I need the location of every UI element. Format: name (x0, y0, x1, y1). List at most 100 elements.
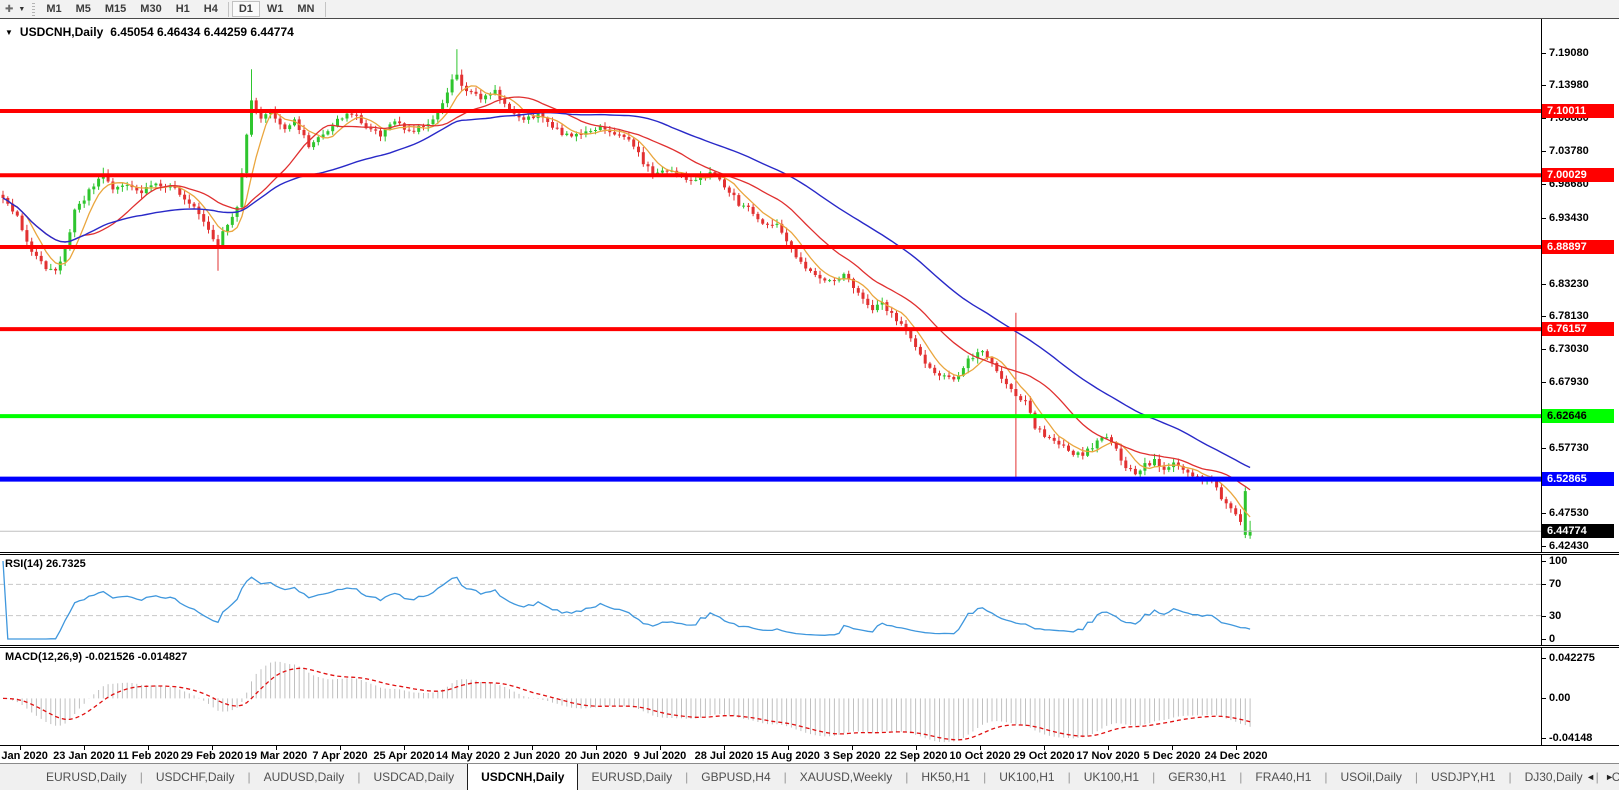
rsi-chart[interactable] (0, 555, 1541, 645)
price-tick-label: 6.73030 (1549, 343, 1589, 356)
chart-tab-uk100-h1[interactable]: UK100,H1 (986, 764, 1067, 790)
macd-label: MACD(12,26,9) -0.021526 -0.014827 (5, 651, 188, 663)
date-axis[interactable]: 4 Jan 2020 23 Jan 202011 Feb 202029 Feb 2… (0, 745, 1619, 763)
price-tick (1542, 316, 1546, 318)
price-tick-label: 6.83230 (1549, 277, 1589, 290)
toolbar-separator (227, 1, 229, 17)
price-tick-label: 6.57730 (1549, 441, 1589, 454)
chart-tab-xauusd-weekly[interactable]: XAUUSD,Weekly (787, 764, 905, 790)
date-label: 22 Sep 2020 (884, 750, 948, 762)
toolbar-grip[interactable] (32, 2, 36, 16)
chart-tab-uk100-h1[interactable]: UK100,H1 (1071, 764, 1152, 790)
date-label: 20 Jun 2020 (564, 750, 628, 762)
chart-tab-fra40-h1[interactable]: FRA40,H1 (1242, 764, 1324, 790)
timeframe-button-m30[interactable]: M30 (133, 1, 168, 17)
chart-tab-ger30-h1[interactable]: GER30,H1 (1155, 764, 1239, 790)
mt4-window: ✚ ▼ M1 M5 M15 M30 H1 H4 D1 W1 MN ▼ USDCNH,Daily … (0, 0, 1619, 790)
price-tick-label: 6.67930 (1549, 376, 1589, 389)
price-tick (1542, 382, 1546, 384)
candlestick-chart[interactable] (0, 19, 1541, 552)
price-tick (1542, 118, 1546, 120)
price-tick (1542, 183, 1546, 185)
timeframe-button-d1[interactable]: D1 (231, 1, 260, 17)
main-chart-panel[interactable] (0, 19, 1542, 552)
rsi-panel[interactable] (0, 555, 1542, 645)
chart-tab-usdjpy-h1[interactable]: USDJPY,H1 (1418, 764, 1508, 790)
chart-tab-audusd-daily[interactable]: AUDUSD,Daily (251, 764, 358, 790)
price-level-badge: 6.62646 (1542, 409, 1614, 424)
date-label: 7 Apr 2020 (312, 750, 368, 762)
date-label: 23 Jan 2020 (53, 750, 115, 762)
timeframe-button-m5[interactable]: M5 (69, 1, 98, 17)
price-tick (1542, 546, 1546, 548)
price-tick (1542, 151, 1546, 153)
price-tick-label: 6.93430 (1549, 211, 1589, 224)
timeframe-button-m1[interactable]: M1 (39, 1, 68, 17)
toolbar: ✚ ▼ M1 M5 M15 M30 H1 H4 D1 W1 MN (0, 0, 1619, 19)
date-label: 25 Apr 2020 (373, 750, 435, 762)
timeframe-button-w1[interactable]: W1 (260, 1, 291, 17)
chart-tab-dj30-daily[interactable]: DJ30,Daily (1512, 764, 1596, 790)
chevron-down-icon[interactable]: ▼ (15, 6, 28, 13)
macd-tick-label: 0.00 (1549, 692, 1571, 705)
price-tick (1542, 513, 1546, 515)
chart-tab-gbpusd-h4[interactable]: GBPUSD,H4 (688, 764, 783, 790)
rsi-tick (1542, 639, 1546, 640)
rsi-tick-label: 70 (1549, 578, 1562, 591)
macd-panel[interactable] (0, 648, 1542, 745)
price-tick (1542, 447, 1546, 449)
date-label: 29 Feb 2020 (180, 750, 244, 762)
rsi-tick (1542, 584, 1546, 586)
macd-tick (1542, 657, 1546, 659)
timeframe-button-m15[interactable]: M15 (98, 1, 133, 17)
chart-symbol-period: USDCNH,Daily (19, 25, 104, 39)
chart-title: ▼ USDCNH,Daily 6.45054 6.46434 6.44259 6… (5, 25, 294, 39)
chart-tab-usoil-daily[interactable]: USOil,Daily (1328, 764, 1415, 790)
rsi-tick-label: 100 (1549, 555, 1568, 567)
rsi-tick (1542, 561, 1546, 562)
tab-scroll-right-icon[interactable]: ► (1605, 772, 1614, 782)
date-label: 2 Jun 2020 (503, 750, 561, 762)
collapse-marker-icon[interactable]: ▼ (5, 28, 13, 37)
price-tick (1542, 85, 1546, 87)
price-tick (1542, 217, 1546, 219)
rsi-tick-label: 0 (1549, 633, 1556, 645)
chart-tab-bar: EURUSD,Daily | USDCHF,Daily | AUDUSD,Daily | U… (0, 763, 1619, 790)
macd-tick (1542, 738, 1546, 739)
date-label: 14 May 2020 (435, 750, 501, 762)
chart-tab-usdcnh-daily[interactable]: USDCNH,Daily (467, 764, 579, 790)
macd-tick (1542, 698, 1546, 700)
chart-ohlc-values: 6.45054 6.46434 6.44259 6.44774 (110, 25, 294, 39)
chart-tab-hk50-h1[interactable]: HK50,H1 (908, 764, 983, 790)
rsi-tick-label: 30 (1549, 609, 1562, 622)
cursor-crosshair-icon[interactable]: ✚ (3, 1, 15, 18)
date-label: 19 Mar 2020 (244, 750, 308, 762)
macd-tick-label: 0.042275 (1549, 651, 1595, 664)
price-level-badge: 7.10011 (1542, 103, 1614, 118)
date-label: 15 Aug 2020 (756, 750, 820, 762)
price-level-badge: 6.52865 (1542, 472, 1614, 487)
timeframe-button-h4[interactable]: H4 (197, 1, 225, 17)
date-label: 10 Oct 2020 (949, 750, 1011, 762)
price-level-badge: 6.88897 (1542, 239, 1614, 254)
rsi-label: RSI(14) 26.7325 (5, 558, 86, 570)
chart-tab-eurusd-daily[interactable]: EURUSD,Daily (578, 764, 685, 790)
date-label: 5 Dec 2020 (1143, 750, 1201, 762)
toolbar-separator (324, 1, 326, 17)
price-tick-label: 6.42430 (1549, 540, 1589, 553)
chart-tab-usdchf-daily[interactable]: USDCHF,Daily (143, 764, 248, 790)
macd-tick-label: -0.04148 (1549, 732, 1593, 744)
date-label: 3 Sep 2020 (823, 750, 881, 762)
price-tick-label: 6.47530 (1549, 507, 1589, 520)
timeframe-button-mn[interactable]: MN (290, 1, 321, 17)
tab-scroll-left-icon[interactable]: ◄ (1586, 772, 1595, 782)
price-level-badge: 7.00029 (1542, 168, 1614, 183)
price-tick (1542, 283, 1546, 285)
macd-chart[interactable] (0, 648, 1541, 745)
chart-tab-eurusd-daily[interactable]: EURUSD,Daily (33, 764, 140, 790)
chart-tab-usdcad-daily[interactable]: USDCAD,Daily (360, 764, 467, 790)
price-tick-label: 7.13980 (1549, 79, 1589, 92)
date-label: 24 Dec 2020 (1204, 750, 1268, 762)
timeframe-button-h1[interactable]: H1 (169, 1, 197, 17)
date-label: 28 Jul 2020 (694, 750, 754, 762)
